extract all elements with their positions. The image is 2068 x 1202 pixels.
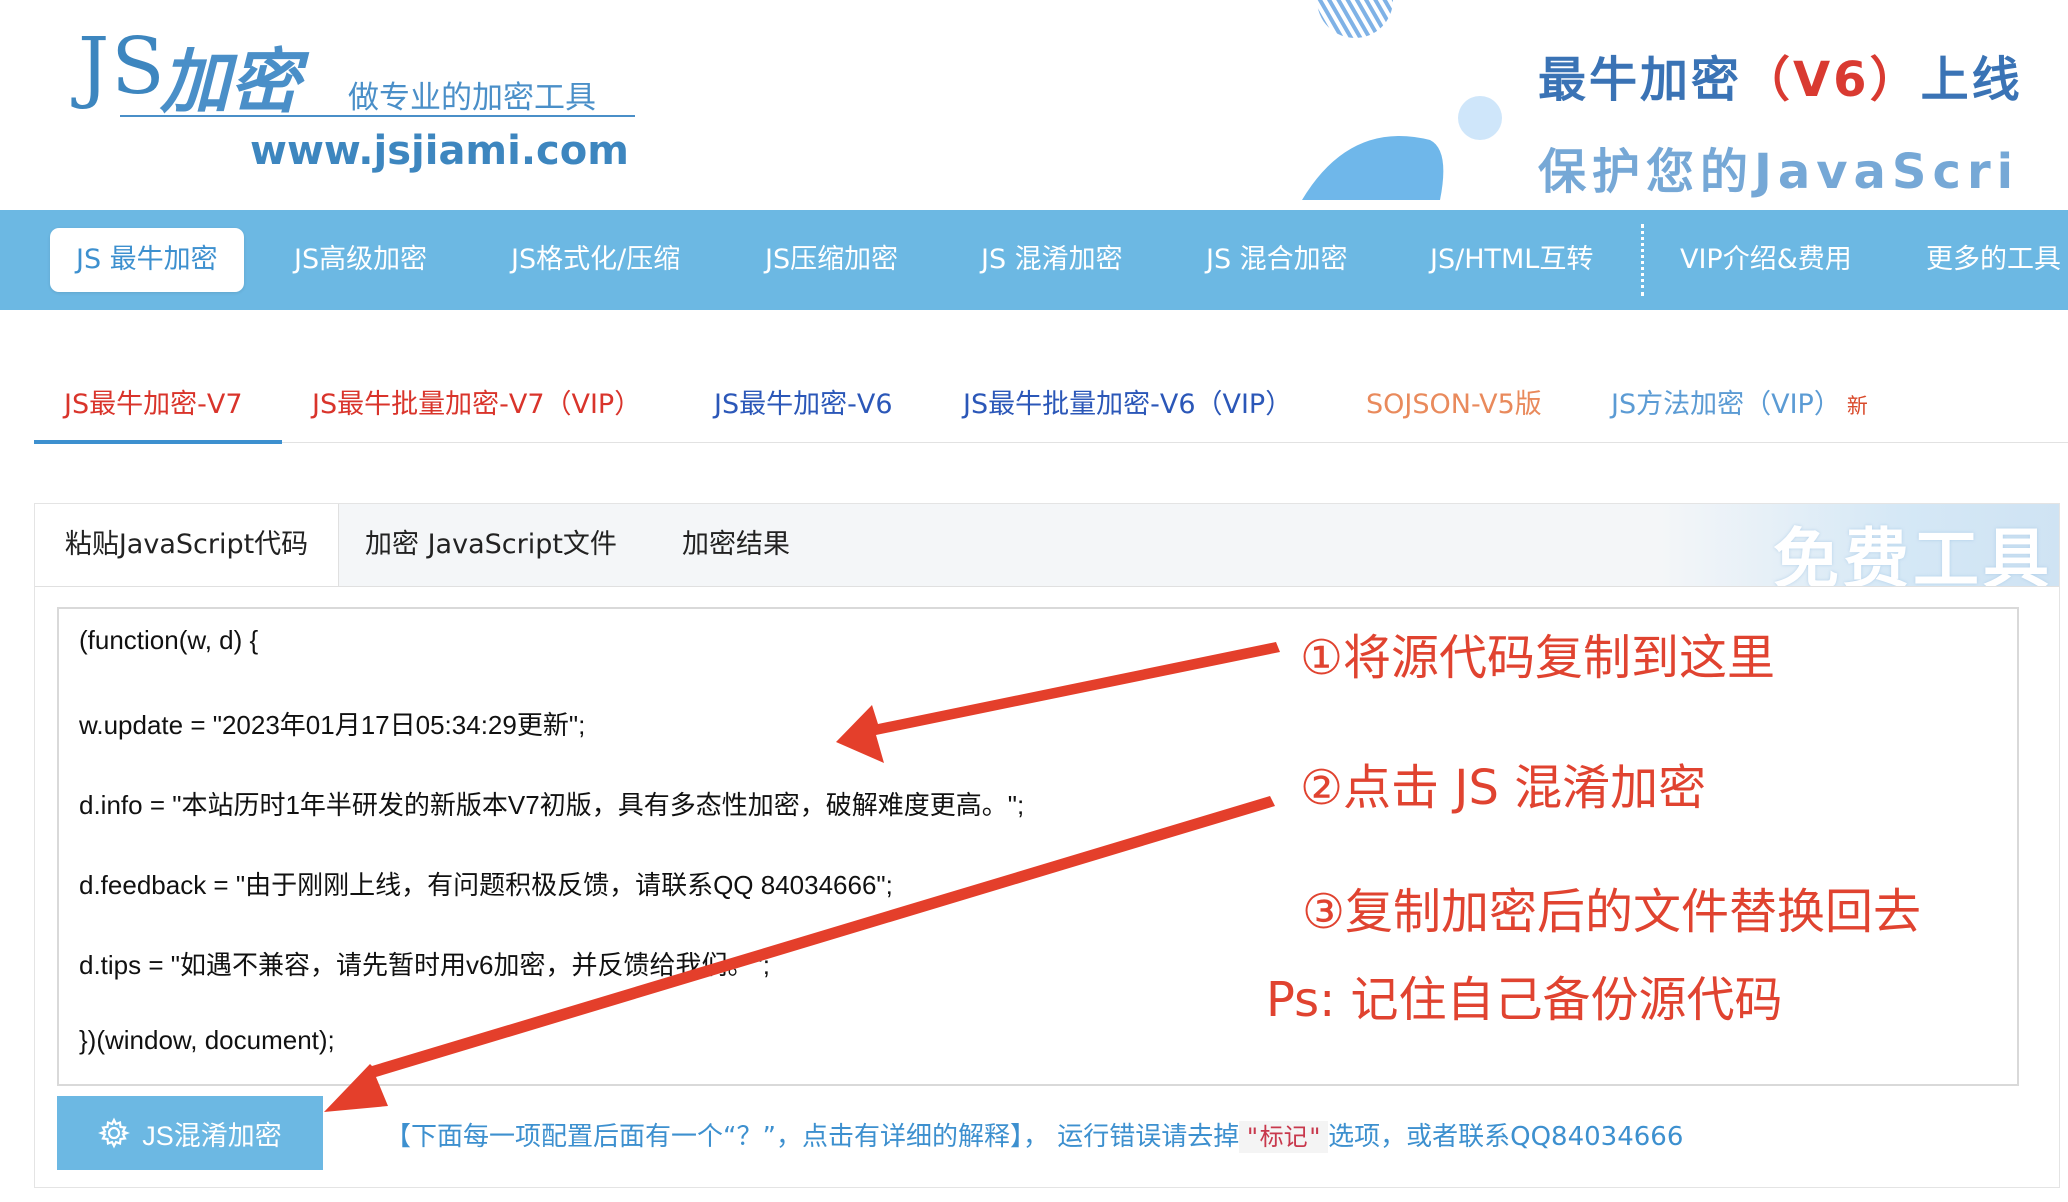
banner-subheadline: 保护您的JavaScri bbox=[1538, 144, 2020, 200]
banner-headline-suffix: 上线 bbox=[1920, 52, 2023, 108]
banner-headline-prefix: 最牛加密 bbox=[1538, 52, 1743, 108]
tab-js-method-encrypt-vip[interactable]: JS方法加密（VIP）新 bbox=[1611, 382, 1868, 421]
logo-url: www.jsjiami.com bbox=[250, 128, 629, 174]
nav-item-js-obfuscate-encrypt[interactable]: JS 混淆加密 bbox=[981, 210, 1123, 310]
tab-encrypt-file[interactable]: 加密 JavaScript文件 bbox=[365, 504, 617, 586]
logo-underline bbox=[120, 115, 635, 117]
tab-js-batch-v7-vip[interactable]: JS最牛批量加密-V7（VIP） bbox=[312, 382, 641, 421]
annotation-ps: Ps: 记住自己备份源代码 bbox=[1266, 972, 1783, 1028]
panel-tabs: 粘贴JavaScript代码 加密 JavaScript文件 加密结果 免费工具 bbox=[35, 504, 2059, 587]
tab-sojson-v5[interactable]: SOJSON-V5版 bbox=[1366, 382, 1542, 421]
banner-headline-version: （V6） bbox=[1742, 52, 1921, 108]
logo-slogan: 做专业的加密工具 bbox=[348, 80, 596, 116]
annotation-step2: ②点击 JS 混淆加密 bbox=[1300, 760, 1707, 816]
config-hint: 【下面每一项配置后面有一个“？”，点击有详细的解释】， 运行错误请去掉 "标记" 选… bbox=[385, 1116, 1683, 1153]
code-line: d.tips = "如遇不兼容，请先暂时用v6加密，并反馈给我们。"; bbox=[79, 950, 770, 980]
nav-item-js-format-compress[interactable]: JS格式化/压缩 bbox=[511, 210, 680, 310]
free-tools-watermark: 免费工具 bbox=[1773, 521, 2053, 587]
site-header: JS 加密 做专业的加密工具 www.jsjiami.com 最牛加密（V6）上… bbox=[0, 0, 2068, 210]
main-nav: JS 最牛加密 JS高级加密 JS格式化/压缩 JS压缩加密 JS 混淆加密 J… bbox=[0, 210, 2068, 310]
nav-item-js-advanced-encrypt[interactable]: JS高级加密 bbox=[294, 210, 427, 310]
tab-js-method-encrypt-label: JS方法加密（VIP） bbox=[1611, 389, 1841, 420]
code-line: })(window, document); bbox=[79, 1025, 335, 1055]
tab-js-best-v7[interactable]: JS最牛加密-V7 bbox=[64, 382, 243, 421]
encrypt-panel: 粘贴JavaScript代码 加密 JavaScript文件 加密结果 免费工具… bbox=[34, 503, 2060, 1188]
hint-text-after: 选项，或者联系QQ84034666 bbox=[1328, 1122, 1684, 1152]
annotation-step1: ①将源代码复制到这里 bbox=[1300, 630, 1776, 686]
code-line: d.feedback = "由于刚刚上线，有问题积极反馈，请联系QQ 84034… bbox=[79, 870, 893, 900]
nav-item-vip-pricing[interactable]: VIP介绍&费用 bbox=[1680, 210, 1852, 310]
code-line: (function(w, d) { bbox=[79, 625, 259, 655]
code-line: w.update = "2023年01月17日05:34:29更新"; bbox=[79, 710, 586, 740]
logo-jiami-text: 加密 bbox=[160, 40, 300, 123]
banner-headline: 最牛加密（V6）上线 bbox=[1538, 40, 2023, 110]
gear-icon bbox=[98, 1117, 131, 1149]
encrypt-button-label: JS混淆加密 bbox=[142, 1120, 282, 1151]
tab-js-best-v6[interactable]: JS最牛加密-V6 bbox=[714, 382, 893, 421]
free-tools-banner: 免费工具 bbox=[1659, 504, 2059, 586]
hint-text-before: 【下面每一项配置后面有一个“？”，点击有详细的解释】， 运行错误请去掉 bbox=[385, 1122, 1240, 1152]
active-tab-underline bbox=[34, 440, 282, 444]
version-tabs: JS最牛加密-V7 JS最牛批量加密-V7（VIP） JS最牛加密-V6 JS最… bbox=[34, 360, 2068, 444]
new-badge: 新 bbox=[1846, 394, 1868, 418]
nav-item-more-tools[interactable]: 更多的工具 bbox=[1926, 210, 2061, 310]
nav-item-js-compress-encrypt[interactable]: JS压缩加密 bbox=[765, 210, 898, 310]
tab-paste-code[interactable]: 粘贴JavaScript代码 bbox=[35, 504, 339, 586]
tab-js-batch-v6-vip[interactable]: JS最牛批量加密-V6（VIP） bbox=[963, 382, 1292, 421]
nav-item-js-mixed-encrypt[interactable]: JS 混合加密 bbox=[1206, 210, 1348, 310]
code-line: d.info = "本站历时1年半研发的新版本V7初版，具有多态性加密，破解难度… bbox=[79, 790, 1025, 820]
tab-encrypt-result[interactable]: 加密结果 bbox=[682, 504, 790, 586]
annotation-step3: ③复制加密后的文件替换回去 bbox=[1302, 884, 1922, 940]
nav-item-js-html-convert[interactable]: JS/HTML互转 bbox=[1430, 210, 1593, 310]
js-obfuscate-encrypt-button[interactable]: JS混淆加密 bbox=[57, 1096, 323, 1170]
nav-divider bbox=[1641, 224, 1644, 296]
nav-item-js-best-encrypt[interactable]: JS 最牛加密 bbox=[50, 228, 244, 292]
logo-js-text: JS bbox=[78, 22, 167, 112]
hint-mark-code: "标记" bbox=[1239, 1121, 1329, 1153]
